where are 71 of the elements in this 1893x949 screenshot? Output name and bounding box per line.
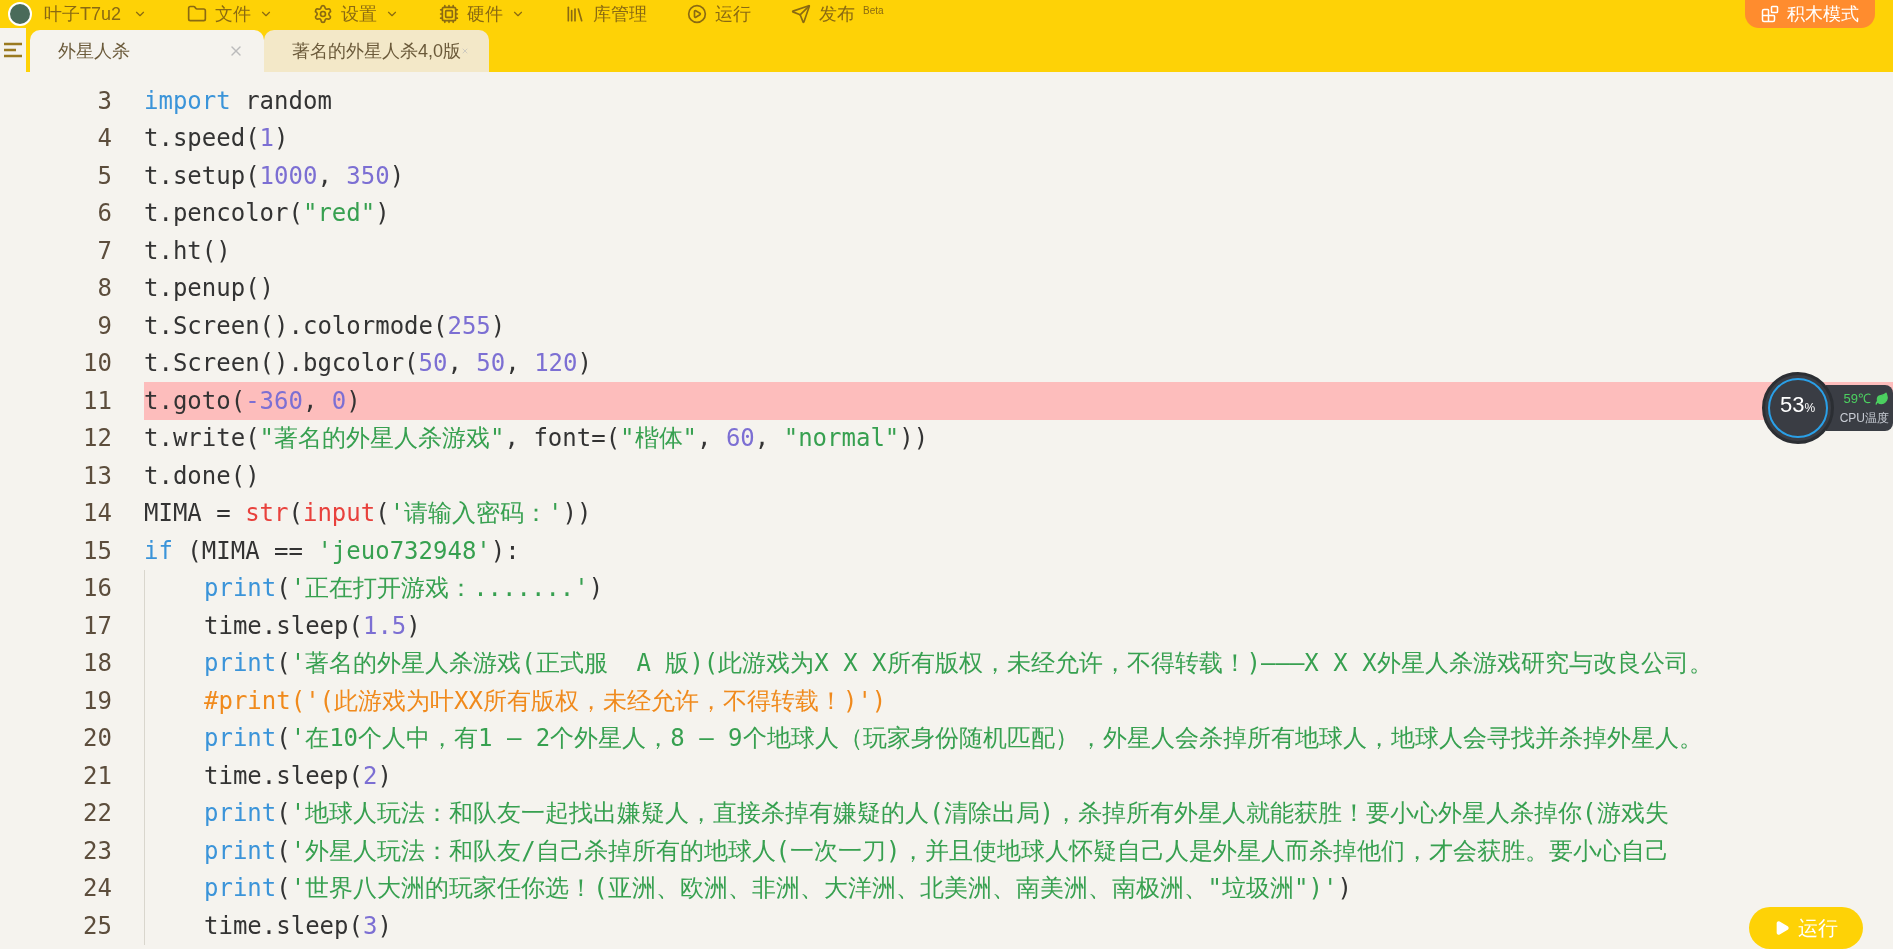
line-number: 10	[82, 348, 113, 380]
code-line: t.ht()	[144, 235, 231, 267]
line-number: 19	[82, 685, 113, 717]
code-line: t.penup()	[144, 273, 275, 305]
settings-icon	[313, 4, 334, 24]
folder-icon	[187, 4, 208, 24]
line-number: 13	[82, 460, 113, 492]
code-line: t.Screen().bgcolor(50, 50, 120)	[144, 348, 592, 380]
code-line: t.speed(1)	[144, 123, 289, 155]
line-number: 5	[96, 160, 113, 192]
code-line: import random	[144, 85, 332, 117]
line-number: 25	[82, 910, 113, 942]
editor-tab[interactable]: 著名的外星人杀4,0版	[264, 30, 489, 72]
code-line: print('正在打开游戏：.......')	[204, 573, 604, 605]
line-number: 15	[82, 535, 113, 567]
menu-item[interactable]: 运行	[715, 0, 752, 28]
code-line: t.Screen().colormode(255)	[144, 310, 506, 342]
code-line: time.sleep(1.5)	[204, 610, 421, 642]
menu-item[interactable]: 硬件	[467, 0, 504, 28]
user-avatar[interactable]	[8, 2, 32, 26]
line-number: 20	[82, 723, 113, 755]
line-number: 21	[82, 760, 113, 792]
code-line: print('在10个人中，有1 — 2个外星人，8 — 9个地球人（玩家身份随机匹配），外星人会杀掉所有地球人，地球人会寻找并杀掉外星人。	[204, 723, 1703, 755]
line-number: 17	[82, 610, 113, 642]
line-number: 24	[82, 873, 113, 905]
line-number: 23	[82, 835, 113, 867]
line-number: 22	[82, 798, 113, 830]
line-number: 6	[96, 198, 113, 230]
code-line: time.sleep(3)	[204, 910, 392, 942]
cpu-usage: 53	[1780, 394, 1805, 416]
beta-label: Beta	[863, 3, 884, 18]
line-number: 16	[82, 573, 113, 605]
code-line: print('外星人玩法：和队友/自己杀掉所有的地球人(一次一刀)，并且使地球人怀疑自己人是外星人而杀掉他们，才会获胜。要小心自己	[204, 835, 1669, 867]
line-number: 11	[82, 385, 113, 417]
code-line: MIMA = str(input('请输入密码：'))	[144, 498, 592, 530]
code-line: t.done()	[144, 460, 260, 492]
code-line: time.sleep(2)	[204, 760, 392, 792]
line-number: 12	[82, 423, 113, 455]
line-number: 14	[82, 498, 113, 530]
menu-item[interactable]: 发布	[819, 0, 856, 28]
leaf-icon	[1875, 392, 1889, 406]
line-number: 7	[96, 235, 113, 267]
send-icon	[791, 4, 812, 24]
menu-item[interactable]: 文件	[215, 0, 252, 28]
code-line: print('著名的外星人杀游戏(正式服 A 版)(此游戏为X X X所有版权，未经允许，不得转载！)———X X X外星人杀游戏研究与改良公司。	[204, 648, 1713, 680]
cpu-label: CPU温度	[1839, 409, 1889, 427]
menu-item[interactable]: 设置	[341, 0, 378, 28]
play-icon	[687, 4, 708, 24]
code-line: t.pencolor("red")	[144, 198, 390, 230]
blocks-icon	[1761, 5, 1779, 23]
code-line: if (MIMA == 'jeuo732948'):	[144, 535, 520, 567]
line-number: 18	[82, 648, 113, 680]
menu-icon[interactable]	[0, 28, 26, 72]
code-line: t.setup(1000, 350)	[144, 160, 405, 192]
percent-unit: %	[1804, 402, 1816, 414]
line-number: 8	[96, 273, 113, 305]
play-icon	[1774, 920, 1790, 936]
editor-tab[interactable]: 外星人杀	[30, 30, 264, 72]
line-number: 3	[96, 85, 113, 117]
cpu-temperature: 59℃	[1843, 390, 1871, 409]
code-line: print('地球人玩法：和队友一起找出嫌疑人，直接杀掉有嫌疑的人(清除出局)，杀掉所有外星人就能获胜！要小心外星人杀掉你(游戏失	[204, 798, 1669, 830]
code-line: t.goto(-360, 0)	[144, 385, 361, 417]
code-line: t.write("著名的外星人杀游戏", font=("楷体", 60, "normal"))	[144, 423, 929, 455]
line-number: 9	[96, 310, 113, 342]
code-line: #print('(此游戏为叶XX所有版权，未经允许，不得转载！)')	[204, 685, 887, 717]
block-mode-button[interactable]: 积木模式	[1745, 0, 1875, 28]
line-number: 4	[96, 123, 113, 155]
chip-icon	[439, 4, 460, 24]
menu-item[interactable]: 库管理	[593, 0, 648, 28]
user-name[interactable]: 叶子T7u2	[44, 0, 122, 28]
code-line: print('世界八大洲的玩家任你选！(亚洲、欧洲、非洲、大洋洲、北美洲、南美洲、南极洲、"垃圾洲")')	[204, 873, 1352, 905]
